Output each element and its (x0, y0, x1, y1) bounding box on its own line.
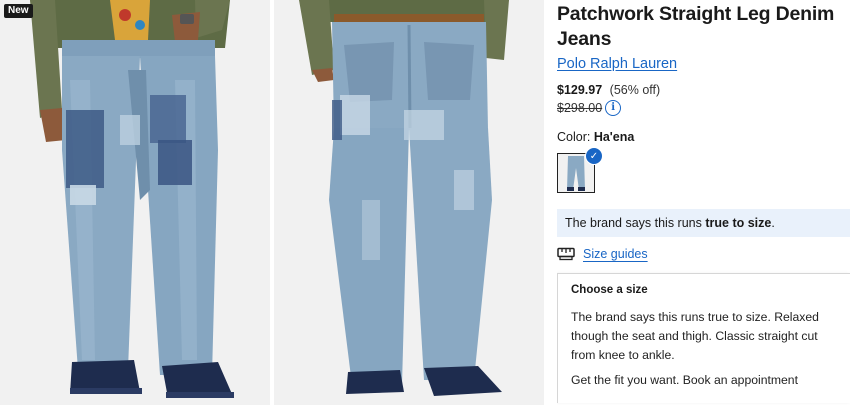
fit-note-suffix: . (771, 216, 775, 230)
discount-percent: (56% off) (609, 83, 661, 97)
original-price-row: $298.00 i (557, 99, 850, 117)
sale-price: $129.97 (557, 83, 603, 97)
fit-note-prefix: The brand says this runs (565, 216, 706, 230)
product-details: Patchwork Straight Leg Denim Jeans Polo … (557, 0, 850, 405)
brand-link[interactable]: Polo Ralph Lauren (557, 56, 677, 72)
product-image-front[interactable]: New (0, 0, 270, 405)
ruler-tag-icon (557, 247, 575, 261)
size-panel-appointment: Get the fit you want. Book an appointmen… (571, 373, 798, 387)
original-price: $298.00 (557, 101, 603, 115)
size-guides-label[interactable]: Size guides (583, 247, 648, 261)
jeans-back-illustration (274, 0, 544, 405)
new-badge: New (4, 4, 33, 18)
size-panel-description: The brand says this runs true to size. R… (571, 310, 819, 362)
color-row: Color: Ha'ena (557, 130, 850, 144)
fit-note-emphasis: true to size (705, 216, 772, 230)
color-label: Color: (557, 130, 591, 144)
size-panel: Choose a size The brand says this runs t… (557, 273, 850, 403)
product-title: Patchwork Straight Leg Denim Jeans (557, 3, 835, 50)
jeans-front-illustration (0, 0, 270, 405)
size-panel-title: Choose a size (571, 284, 648, 296)
size-guides-link[interactable]: Size guides (557, 247, 850, 261)
check-icon: ✓ (585, 147, 603, 165)
fit-note: The brand says this runs true to size. (557, 209, 850, 237)
color-swatch[interactable]: ✓ (557, 147, 603, 193)
color-value: Ha'ena (593, 130, 635, 144)
info-icon[interactable]: i (605, 100, 622, 116)
product-image-back[interactable] (274, 0, 544, 405)
price-row: $129.97 (56% off) (557, 82, 850, 99)
